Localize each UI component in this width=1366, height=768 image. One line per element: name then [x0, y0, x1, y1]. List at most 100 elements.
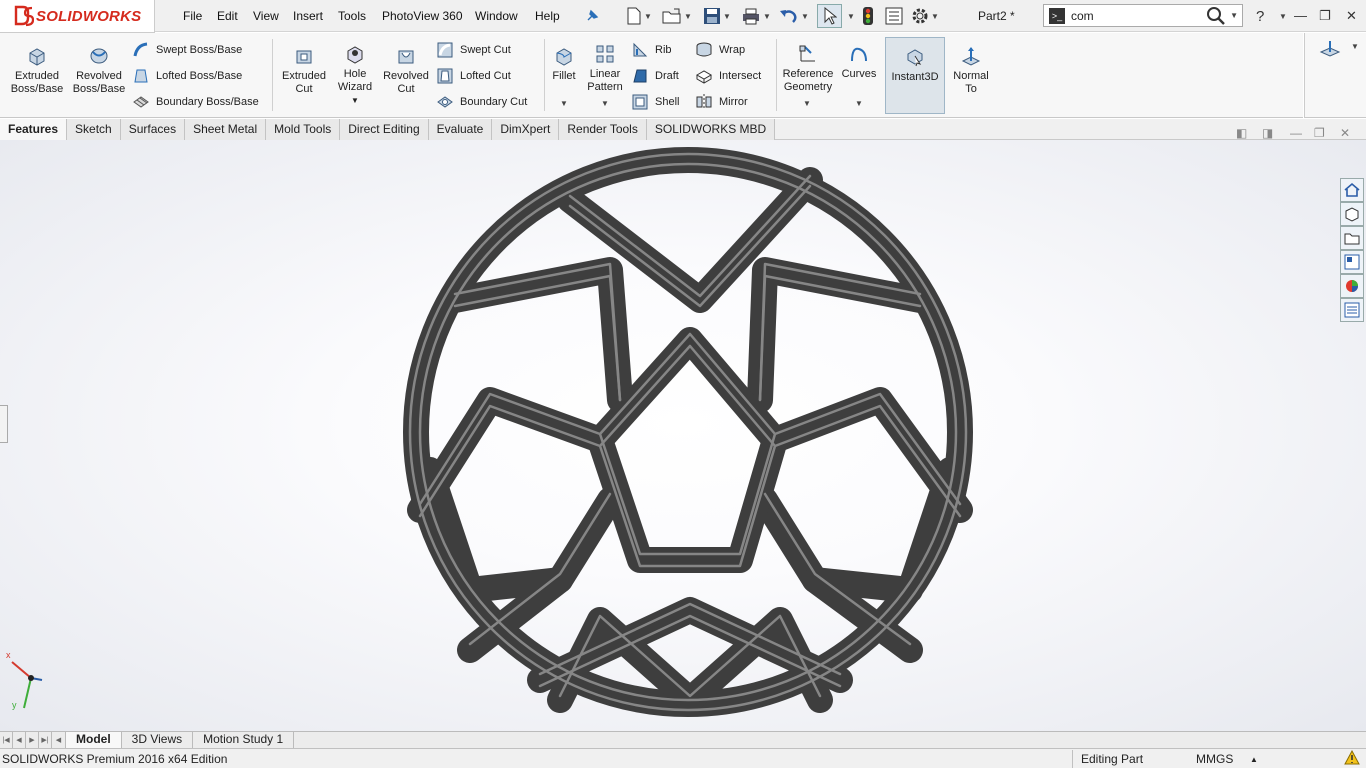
ribbon-extra-panel: ▼ [1304, 33, 1366, 118]
open-folder-icon[interactable]: ▼ [662, 6, 692, 26]
menu-file[interactable]: File [183, 9, 202, 23]
rebuild-notification-icon[interactable] [1344, 750, 1360, 766]
reference-geometry-dropdown-icon[interactable]: ▼ [803, 99, 811, 108]
extruded-cut-icon [296, 50, 312, 64]
next-tab-icon[interactable]: ▶ [26, 732, 39, 748]
file-explorer-icon[interactable] [1340, 226, 1364, 250]
pin-icon[interactable] [585, 6, 599, 26]
select-arrow-icon[interactable] [817, 4, 842, 28]
woven-sphere-model[interactable] [403, 147, 973, 717]
curves-button[interactable]: Curves [840, 43, 878, 81]
graphics-area[interactable]: x y [0, 140, 1366, 731]
swept-cut-button[interactable]: Swept Cut [436, 41, 511, 59]
tab-render-tools[interactable]: Render Tools [559, 119, 647, 140]
lofted-cut-button[interactable]: Lofted Cut [436, 67, 511, 85]
minimize-icon[interactable]: — [1294, 8, 1307, 23]
menu-view[interactable]: View [253, 9, 279, 23]
lofted-boss-button[interactable]: Lofted Boss/Base [132, 67, 242, 85]
instant3d-button[interactable]: Instant3D [885, 37, 945, 114]
help-icon[interactable]: ? [1256, 8, 1264, 25]
revolved-cut-button[interactable]: Revolved Cut [380, 45, 432, 96]
print-icon[interactable]: ▼ [741, 6, 771, 26]
linear-pattern-icon [596, 45, 614, 63]
intersect-button[interactable]: Intersect [695, 67, 761, 85]
tab-features[interactable]: Features [0, 119, 68, 140]
menu-photoview[interactable]: PhotoView 360 [382, 9, 463, 23]
draft-button[interactable]: Draft [631, 67, 679, 85]
undo-icon[interactable]: ▼ [779, 6, 809, 26]
normal-to-button[interactable]: Normal To [950, 45, 992, 96]
tab-model[interactable]: Model [66, 732, 122, 748]
draft-icon [633, 69, 647, 83]
search-input[interactable]: com [1071, 9, 1206, 23]
view-orientation-icon[interactable] [1319, 39, 1341, 57]
menu-insert[interactable]: Insert [293, 9, 323, 23]
tab-direct-editing[interactable]: Direct Editing [340, 119, 429, 140]
menu-help[interactable]: Help [535, 9, 560, 23]
tab-motion-study[interactable]: Motion Study 1 [193, 732, 295, 748]
view-palette-icon[interactable] [1340, 250, 1364, 274]
fillet-button[interactable]: Fillet [549, 45, 579, 83]
tab-solidworks-mbd[interactable]: SOLIDWORKS MBD [646, 119, 776, 140]
viewport-minimize-icon[interactable]: — [1290, 126, 1302, 140]
pattern-dropdown-icon[interactable]: ▼ [601, 99, 609, 108]
tab-sheet-metal[interactable]: Sheet Metal [185, 119, 267, 140]
extruded-boss-button[interactable]: Extruded Boss/Base [10, 45, 64, 96]
solidworks-logo[interactable]: SOLIDWORKS [0, 0, 155, 33]
help-dropdown-icon[interactable]: ▼ [1279, 12, 1287, 21]
curves-dropdown-icon[interactable]: ▼ [855, 99, 863, 108]
menu-bar: SOLIDWORKS File Edit View Insert Tools P… [0, 0, 1366, 33]
tab-dimxpert[interactable]: DimXpert [492, 119, 560, 140]
search-box[interactable]: >_ com ▼ [1043, 4, 1243, 27]
close-icon[interactable]: ✕ [1346, 8, 1357, 24]
extruded-cut-button[interactable]: Extruded Cut [278, 45, 330, 96]
unit-system-dropdown-icon[interactable]: ▲ [1250, 755, 1258, 764]
select-dropdown-icon[interactable]: ▼ [847, 12, 855, 21]
rebuild-traffic-light-icon[interactable] [862, 6, 874, 26]
design-library-icon[interactable] [1340, 202, 1364, 226]
menu-tools[interactable]: Tools [338, 9, 366, 23]
view-orientation-dropdown-icon[interactable]: ▼ [1351, 42, 1359, 51]
swept-boss-button[interactable]: Swept Boss/Base [132, 41, 242, 59]
shell-button[interactable]: Shell [631, 93, 679, 111]
shell-icon [632, 94, 648, 110]
revolved-boss-button[interactable]: Revolved Boss/Base [71, 45, 127, 96]
custom-properties-icon[interactable] [1340, 298, 1364, 322]
home-icon[interactable] [1340, 178, 1364, 202]
linear-pattern-button[interactable]: Linear Pattern [583, 43, 627, 94]
boundary-cut-button[interactable]: Boundary Cut [436, 93, 527, 111]
last-tab-icon[interactable]: ▶| [39, 732, 52, 748]
prev-tab-icon[interactable]: ◀ [13, 732, 26, 748]
tab-evaluate[interactable]: Evaluate [428, 119, 493, 140]
search-icon[interactable] [1206, 6, 1226, 26]
rib-button[interactable]: Rib [631, 41, 672, 59]
options-gear-icon[interactable]: ▼ [911, 6, 939, 26]
restore-icon[interactable]: ❐ [1319, 8, 1331, 24]
tab-mold-tools[interactable]: Mold Tools [266, 119, 341, 140]
viewport-tile-left-icon[interactable]: ◧ [1236, 126, 1247, 140]
mirror-button[interactable]: Mirror [695, 93, 748, 111]
reference-geometry-button[interactable]: Reference Geometry [780, 43, 836, 94]
viewport-restore-icon[interactable]: ❐ [1314, 126, 1325, 140]
viewport-close-icon[interactable]: ✕ [1340, 126, 1350, 140]
first-tab-icon[interactable]: |◀ [0, 732, 13, 748]
tab-surfaces[interactable]: Surfaces [120, 119, 186, 140]
search-dropdown-icon[interactable]: ▼ [1230, 11, 1238, 20]
boundary-boss-button[interactable]: Boundary Boss/Base [132, 93, 259, 111]
menu-edit[interactable]: Edit [217, 9, 238, 23]
menu-window[interactable]: Window [475, 9, 518, 23]
fillet-dropdown-icon[interactable]: ▼ [560, 99, 568, 108]
tab-3d-views[interactable]: 3D Views [122, 732, 194, 748]
feature-manager-toggle[interactable] [0, 405, 8, 443]
hole-wizard-button[interactable]: Hole Wizard ▼ [332, 43, 378, 107]
tab-sketch[interactable]: Sketch [67, 119, 121, 140]
new-document-icon[interactable]: ▼ [626, 6, 652, 26]
wrap-button[interactable]: Wrap [695, 41, 745, 59]
appearances-icon[interactable] [1340, 274, 1364, 298]
boundary-cut-icon [437, 96, 453, 108]
scroll-tabs-icon[interactable]: ◀ [52, 732, 66, 748]
file-properties-icon[interactable] [885, 6, 903, 26]
save-icon[interactable]: ▼ [703, 6, 731, 26]
viewport-tile-right-icon[interactable]: ◨ [1262, 126, 1273, 140]
unit-system-text[interactable]: MMGS [1196, 752, 1233, 766]
